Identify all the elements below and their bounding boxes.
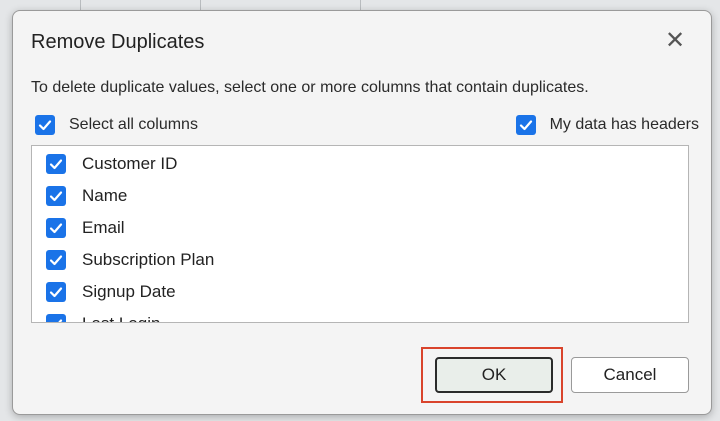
checkmark-icon [38, 120, 52, 131]
cancel-button[interactable]: Cancel [571, 357, 689, 393]
column-checkbox[interactable] [46, 314, 66, 322]
dialog-title: Remove Duplicates [31, 31, 205, 53]
column-label: Customer ID [82, 154, 178, 173]
column-item-email[interactable]: Email [46, 218, 125, 238]
column-label: Subscription Plan [82, 250, 215, 269]
checkmark-icon [49, 255, 63, 266]
column-checkbox[interactable] [46, 282, 66, 302]
instructions-text: To delete duplicate values, select one o… [31, 79, 589, 96]
select-all-checkbox-row[interactable]: Select all columns [35, 115, 198, 135]
has-headers-checkbox[interactable] [515, 115, 536, 135]
checkmark-icon [49, 191, 63, 202]
close-icon: ✕ [664, 27, 686, 54]
has-headers-label: My data has headers [549, 116, 699, 133]
column-label: Last Login [82, 314, 160, 322]
close-button[interactable]: ✕ [663, 29, 687, 53]
checkmark-icon [49, 287, 63, 298]
column-label: Signup Date [82, 282, 176, 301]
checkmark-icon [519, 120, 532, 131]
remove-duplicates-dialog: Remove Duplicates ✕ To delete duplicate … [12, 10, 712, 415]
checkmark-icon [49, 159, 63, 170]
column-item-customer-id[interactable]: Customer ID [46, 154, 177, 174]
column-item-subscription-plan[interactable]: Subscription Plan [46, 250, 214, 270]
select-all-label: Select all columns [69, 116, 198, 133]
columns-list[interactable]: Customer ID Name Email Subscription Plan… [31, 145, 689, 323]
checkmark-icon [58, 319, 63, 322]
column-checkbox[interactable] [46, 154, 66, 174]
ok-button[interactable]: OK [435, 357, 553, 393]
column-item-last-login[interactable]: Last Login [46, 314, 160, 322]
column-label: Email [82, 218, 125, 237]
select-all-checkbox[interactable] [35, 115, 55, 135]
has-headers-checkbox-row[interactable]: My data has headers [515, 115, 699, 135]
column-item-signup-date[interactable]: Signup Date [46, 282, 176, 302]
column-label: Name [82, 186, 128, 205]
column-checkbox[interactable] [46, 218, 66, 238]
column-checkbox[interactable] [46, 250, 66, 270]
checkmark-icon [49, 223, 63, 234]
column-checkbox[interactable] [46, 186, 66, 206]
column-item-name[interactable]: Name [46, 186, 127, 206]
